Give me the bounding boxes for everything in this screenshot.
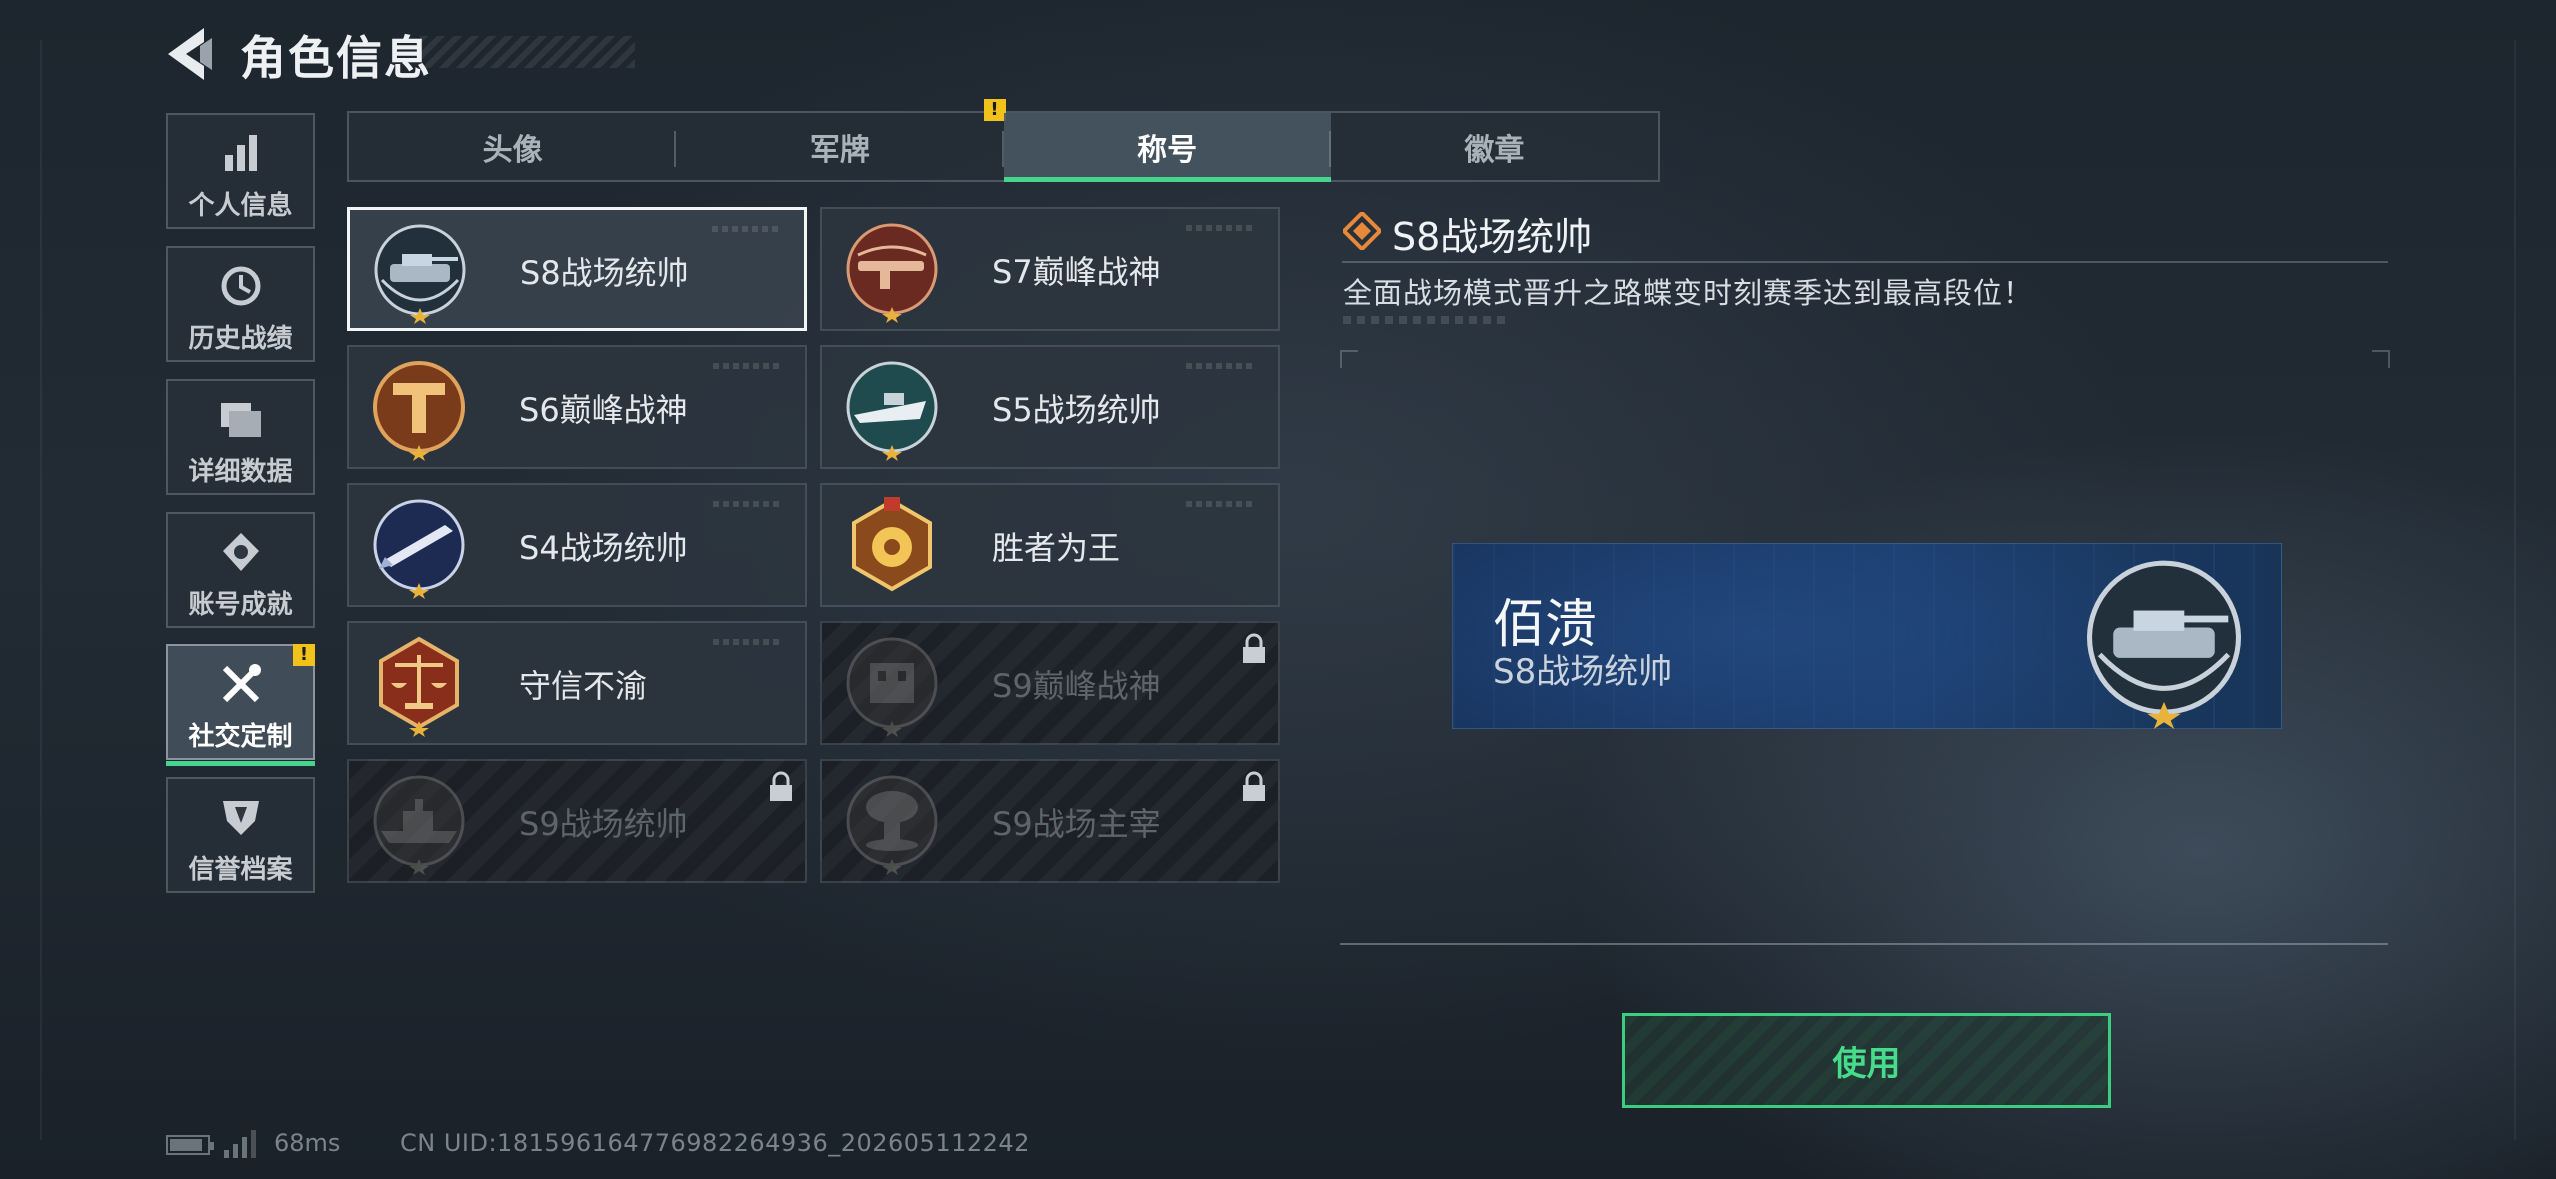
card-decoration — [1186, 225, 1256, 231]
card-decoration — [1186, 501, 1256, 507]
title-card[interactable]: S9战场主宰 — [820, 759, 1280, 883]
title-card[interactable]: S6巅峰战神 — [347, 345, 807, 469]
medal-icon — [168, 528, 313, 576]
card-decoration — [713, 501, 783, 507]
tab-label: 头像 — [482, 132, 543, 168]
frame-line-left — [40, 40, 42, 1140]
frame-line-right — [2514, 40, 2516, 1140]
title-name: S5战场统帅 — [992, 391, 1161, 429]
lock-icon — [1243, 633, 1265, 663]
tank-emblem-icon — [374, 224, 466, 324]
detail-decoration — [1343, 316, 1508, 324]
card-decoration — [713, 639, 783, 645]
title-card[interactable]: 守信不渝 — [347, 621, 807, 745]
tab-badge[interactable]: 徽章 — [1331, 113, 1658, 180]
sidebar-item-label: 信誉档案 — [188, 855, 293, 885]
title-name: S9战场主宰 — [992, 805, 1161, 843]
title-card[interactable]: S5战场统帅 — [820, 345, 1280, 469]
title-card[interactable]: S9战场统帅 — [347, 759, 807, 883]
title-name: S9巅峰战神 — [992, 667, 1161, 705]
title-card[interactable]: S4战场统帅 — [347, 483, 807, 607]
active-indicator — [166, 761, 315, 766]
lock-icon — [1243, 771, 1265, 801]
lock-icon — [770, 771, 792, 801]
title-name: 守信不渝 — [519, 667, 648, 705]
title-name: S7巅峰战神 — [992, 253, 1161, 291]
title-name: 胜者为王 — [992, 529, 1121, 567]
sidebar-item-label: 历史战绩 — [188, 324, 293, 354]
bar-chart-icon — [168, 129, 313, 177]
user-uid: CN UID:1815961647769822649​36_2026051122… — [400, 1129, 1030, 1157]
sidebar-item-credit-record[interactable]: 信誉档案 — [166, 777, 315, 893]
back-button[interactable] — [160, 22, 220, 86]
detail-bottom-divider — [1340, 943, 2388, 945]
medal-emblem-icon — [852, 497, 932, 592]
sidebar-item-label: 账号成就 — [188, 590, 293, 620]
scales-emblem-icon — [379, 636, 459, 737]
rifle-emblem-icon — [846, 223, 938, 323]
title-name: S9战场统帅 — [519, 805, 688, 843]
battery-level — [170, 1139, 202, 1151]
sidebar-item-label: 社交定制 — [188, 722, 293, 752]
sidebar-item-achievements[interactable]: 账号成就 — [166, 512, 315, 628]
sidebar-item-personal-info[interactable]: 个人信息 — [166, 113, 315, 229]
sidebar-item-match-history[interactable]: 历史战绩 — [166, 246, 315, 362]
sidebar-item-social-customization[interactable]: 社交定制 ! — [166, 644, 315, 766]
tab-dog-tag[interactable]: 军牌 ! — [676, 99, 1006, 180]
battery-icon — [166, 1135, 214, 1155]
title-name: S6巅峰战神 — [519, 391, 688, 429]
frame-corner — [2372, 350, 2390, 368]
tools-icon — [168, 660, 313, 708]
folder-icon — [168, 395, 313, 443]
use-button[interactable]: 使用 — [1622, 1013, 2111, 1108]
alert-badge: ! — [293, 644, 315, 666]
tab-label: 军牌 — [809, 132, 870, 168]
warship-emblem-icon — [373, 775, 465, 875]
tab-label: 称号 — [1137, 132, 1198, 168]
alert-badge: ! — [983, 99, 1006, 121]
shield-icon — [168, 793, 313, 841]
frame-corner — [1340, 350, 1358, 368]
building-emblem-icon — [846, 637, 938, 737]
detail-description: 全面战场模式晋升之路蝶变时刻赛季达到最高段位！ — [1343, 276, 2034, 310]
card-decoration — [712, 226, 782, 232]
card-decoration — [713, 363, 783, 369]
title-name: S4战场统帅 — [519, 529, 688, 567]
t-crest-emblem-icon — [373, 361, 465, 461]
mushroom-cloud-emblem-icon — [846, 775, 938, 875]
back-arrow-icon — [168, 28, 212, 80]
title-card[interactable]: S9巅峰战神 — [820, 621, 1280, 745]
clock-icon — [168, 262, 313, 310]
title-decoration — [420, 36, 635, 68]
detail-title: S8战场统帅 — [1392, 215, 1593, 259]
tab-title[interactable]: 称号 — [1003, 113, 1332, 182]
card-decoration — [1186, 363, 1256, 369]
tab-bar: 头像 军牌 ! 称号 徽章 — [347, 99, 1660, 182]
title-card[interactable]: S8战场统帅 — [347, 207, 807, 331]
title-card[interactable]: 胜者为王 — [820, 483, 1280, 607]
tab-avatar[interactable]: 头像 — [349, 113, 677, 180]
sidebar-item-label: 个人信息 — [188, 191, 293, 221]
tab-label: 徽章 — [1464, 132, 1525, 168]
page-title: 角色信息 — [240, 31, 432, 85]
sidebar-item-label: 详细数据 — [188, 457, 293, 487]
title-name: S8战场统帅 — [520, 254, 689, 292]
diamond-icon — [1343, 212, 1381, 250]
detail-divider — [1342, 261, 2388, 263]
tank-emblem-icon — [2087, 560, 2241, 729]
ping-readout: 68ms — [274, 1129, 341, 1157]
boat-emblem-icon — [846, 361, 938, 461]
preview-title-name: S8战场统帅 — [1493, 652, 1673, 692]
missile-emblem-icon — [373, 499, 465, 599]
sidebar-item-detailed-data[interactable]: 详细数据 — [166, 379, 315, 495]
signal-icon — [224, 1130, 256, 1158]
title-card[interactable]: S7巅峰战神 — [820, 207, 1280, 331]
